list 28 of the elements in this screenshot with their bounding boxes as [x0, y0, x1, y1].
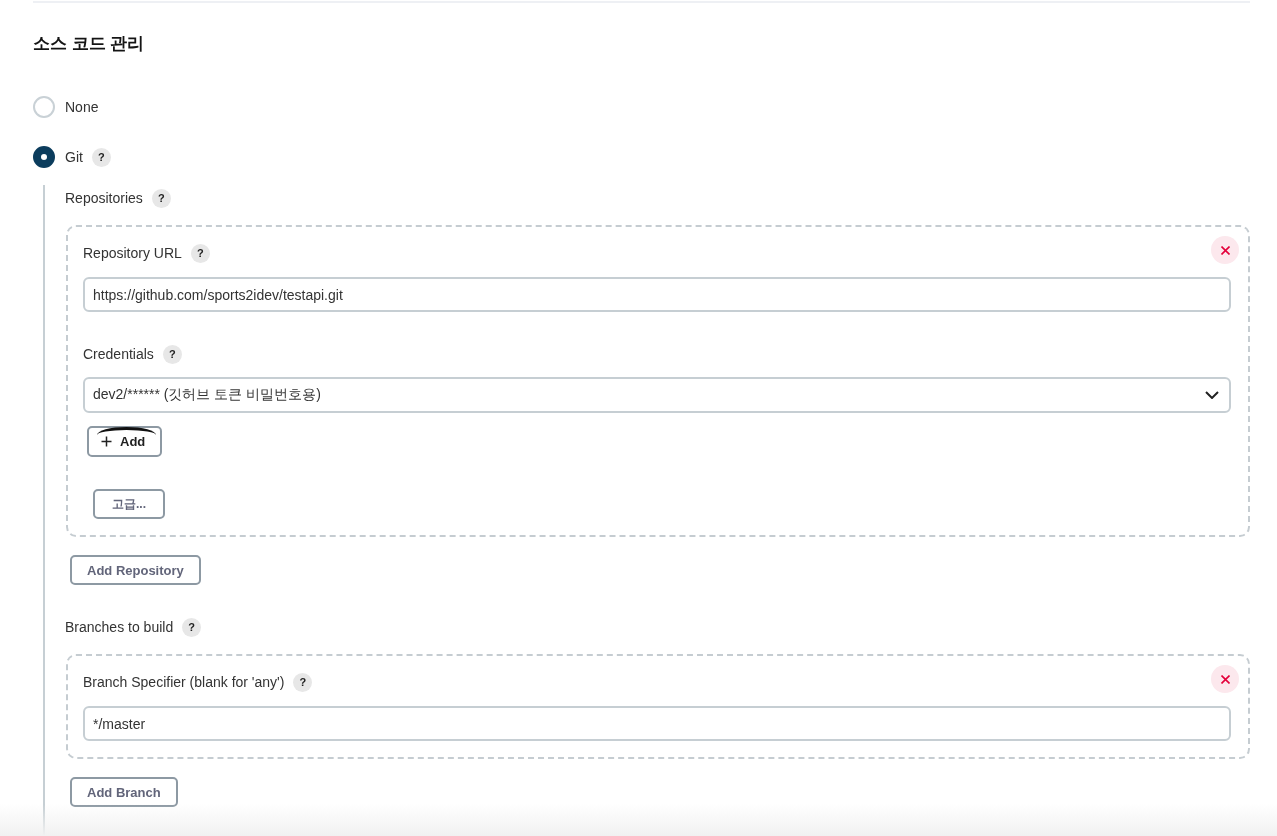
advanced-button[interactable]: 고급... [93, 489, 165, 519]
help-button[interactable]: ? [162, 344, 182, 364]
add-item-button[interactable]: Add Repository [70, 555, 201, 585]
chevron-down-icon [1205, 391, 1219, 399]
help-button[interactable]: ? [293, 672, 313, 692]
help-button[interactable]: ? [151, 188, 171, 208]
help-button[interactable]: ? [91, 147, 111, 167]
close-icon [1220, 245, 1230, 255]
plus-icon [101, 436, 112, 447]
group-label: Branches to build [65, 619, 174, 635]
option-label[interactable]: None [65, 99, 99, 115]
option-label[interactable]: Git [65, 149, 83, 165]
help-button[interactable]: ? [182, 617, 202, 637]
text-input[interactable]: */master [83, 706, 1231, 741]
close-icon [1220, 674, 1230, 684]
section-heading: 소스 코드 관리 [33, 33, 145, 55]
help-button[interactable]: ? [190, 243, 210, 263]
text-input[interactable]: https://github.com/sports2idev/testapi.git [83, 277, 1231, 312]
dropdown[interactable]: dev2/****** (깃허브 토큰 비밀번호용) [83, 377, 1231, 413]
add-button[interactable]: Add [87, 426, 163, 457]
field-label: Branch Specifier (blank for 'any') [83, 674, 285, 690]
field-label: Repository URL [83, 245, 182, 261]
group-label: Repositories [65, 190, 143, 206]
remove-button[interactable] [1211, 665, 1239, 693]
field-label: Credentials [83, 346, 154, 362]
add-item-button[interactable]: Add Branch [70, 777, 178, 807]
remove-button[interactable] [1211, 236, 1239, 264]
radio-button[interactable] [33, 146, 55, 168]
